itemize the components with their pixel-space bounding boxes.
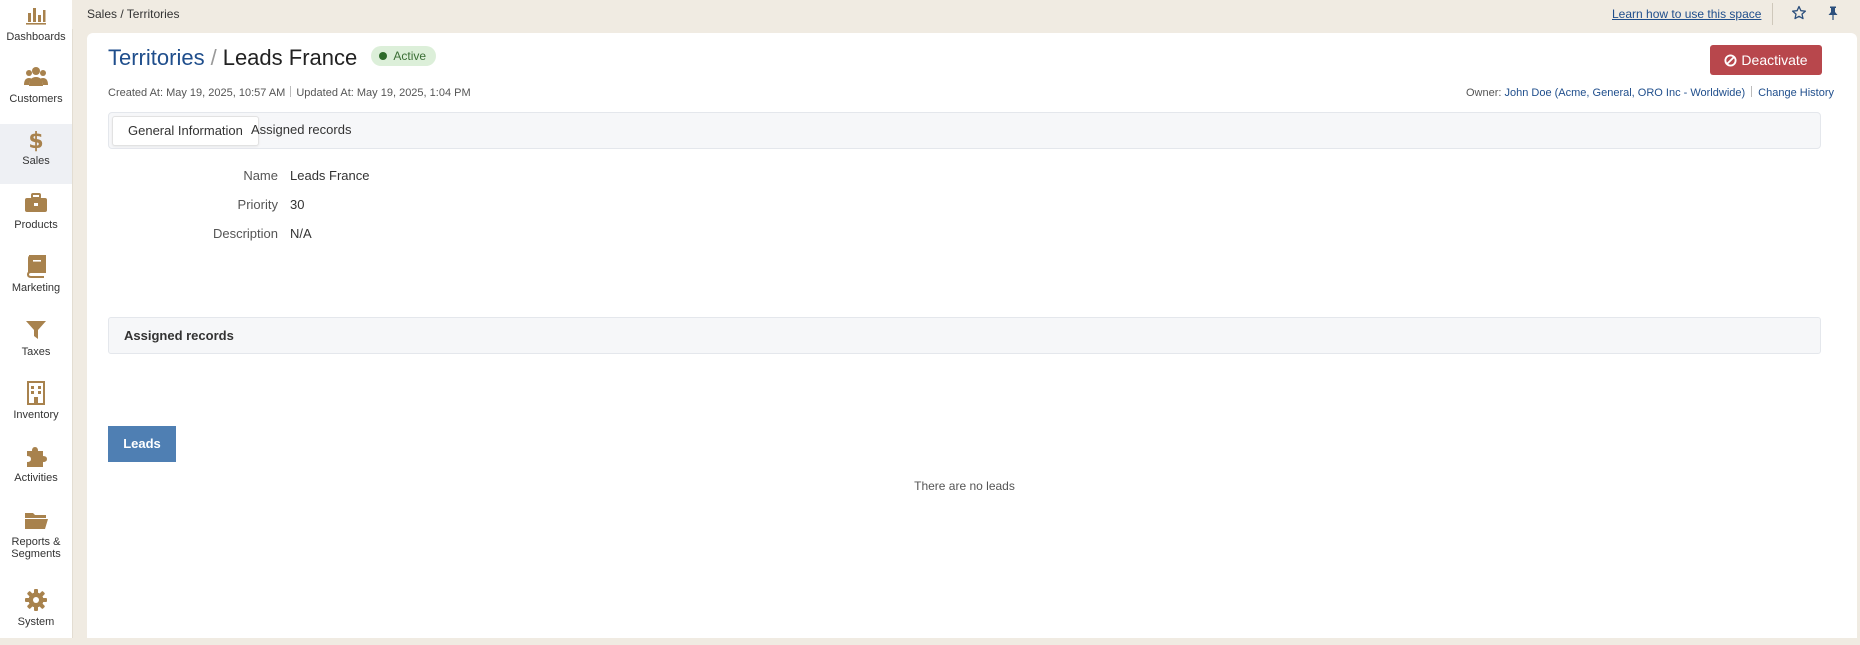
- field-label: Name: [243, 168, 278, 183]
- book-icon: [26, 255, 46, 278]
- empty-leads-message: There are no leads: [914, 479, 1015, 493]
- field-label: Priority: [237, 197, 278, 212]
- nav-label: Products: [14, 219, 58, 231]
- owner-label: Owner:: [1465, 87, 1502, 99]
- status-dot-icon: [379, 52, 388, 61]
- field-name: Name Leads France: [108, 168, 508, 188]
- field-description: Description N/A: [108, 226, 508, 246]
- record-name: Leads France: [222, 45, 358, 70]
- status-text: Active: [393, 49, 427, 64]
- ban-icon: [1724, 54, 1737, 67]
- nav-label: Taxes: [21, 346, 51, 358]
- topbar-divider: [1772, 3, 1773, 25]
- users-icon: [24, 67, 48, 86]
- deactivate-label: Deactivate: [1741, 52, 1808, 68]
- tabs-bar: General Information Assigned records: [108, 112, 1821, 149]
- nav-item-inventory[interactable]: Inventory: [0, 378, 72, 438]
- status-badge: Active: [371, 46, 437, 67]
- leads-tab-button[interactable]: Leads: [108, 426, 176, 462]
- field-priority: Priority 30: [108, 197, 508, 217]
- field-value: 30: [290, 197, 305, 212]
- svg-text:$: $: [28, 129, 43, 152]
- field-value: N/A: [290, 226, 312, 241]
- nav-label: Customers: [9, 93, 63, 105]
- star-icon[interactable]: [1791, 5, 1807, 21]
- top-bar: Sales / Territories Learn how to use thi…: [72, 0, 1860, 29]
- nav-label: Dashboards: [6, 31, 66, 43]
- gear-icon: [25, 589, 47, 611]
- nav-item-system[interactable]: System: [0, 585, 72, 645]
- folder-icon: [25, 513, 48, 529]
- deactivate-button[interactable]: Deactivate: [1710, 45, 1822, 75]
- nav-item-reports-segments[interactable]: Reports & Segments: [0, 505, 72, 575]
- briefcase-icon: [25, 193, 47, 212]
- updated-at: Updated At: May 19, 2025, 1:04 PM: [296, 87, 471, 99]
- nav-label: System: [17, 616, 55, 628]
- nav-item-taxes[interactable]: Taxes: [0, 315, 72, 375]
- field-value: Leads France: [290, 168, 370, 183]
- nav-item-activities[interactable]: Activities: [0, 441, 72, 501]
- nav-label: Activities: [14, 472, 58, 484]
- filter-icon: [26, 321, 46, 339]
- nav-item-products[interactable]: Products: [0, 188, 72, 248]
- breadcrumb: Sales / Territories: [87, 7, 180, 21]
- owner-divider: [1751, 86, 1753, 97]
- nav-item-dashboards[interactable]: Dashboards: [0, 0, 72, 60]
- owner-link[interactable]: John Doe (Acme, General, ORO Inc - World…: [1505, 87, 1746, 99]
- nav-label: Reports & Segments: [11, 536, 61, 560]
- pin-icon[interactable]: [1825, 5, 1841, 21]
- change-history-link[interactable]: Change History: [1758, 87, 1834, 99]
- created-at: Created At: May 19, 2025, 10:57 AM: [108, 87, 286, 99]
- sidebar: Dashboards Customers $ Sales Products Ma…: [0, 0, 73, 638]
- building-icon: [27, 381, 45, 405]
- page-title: Territories / Leads France Active: [108, 45, 437, 71]
- title-separator: /: [210, 45, 217, 70]
- puzzle-icon: [27, 447, 47, 467]
- nav-item-sales[interactable]: $ Sales: [0, 124, 72, 184]
- assigned-records-header: Assigned records: [108, 317, 1821, 354]
- nav-item-marketing[interactable]: Marketing: [0, 251, 72, 311]
- learn-how-link[interactable]: Learn how to use this space: [1612, 7, 1761, 21]
- main-content: Territories / Leads France Active Deactiva…: [87, 33, 1857, 638]
- territories-link[interactable]: Territories: [108, 45, 205, 70]
- nav-label: Sales: [22, 155, 50, 167]
- owner-info: Owner: John Doe (Acme, General, ORO Inc …: [1466, 86, 1834, 99]
- nav-label: Marketing: [11, 282, 61, 294]
- nav-item-customers[interactable]: Customers: [0, 62, 72, 122]
- nav-label: Inventory: [13, 409, 59, 421]
- tab-assigned-records[interactable]: Assigned records: [236, 116, 366, 144]
- meta-divider: [290, 86, 292, 97]
- field-label: Description: [212, 226, 278, 241]
- dollar-icon: $: [28, 129, 43, 152]
- bar-chart-icon: [26, 8, 46, 25]
- record-meta: Created At: May 19, 2025, 10:57 AM Update…: [108, 86, 471, 99]
